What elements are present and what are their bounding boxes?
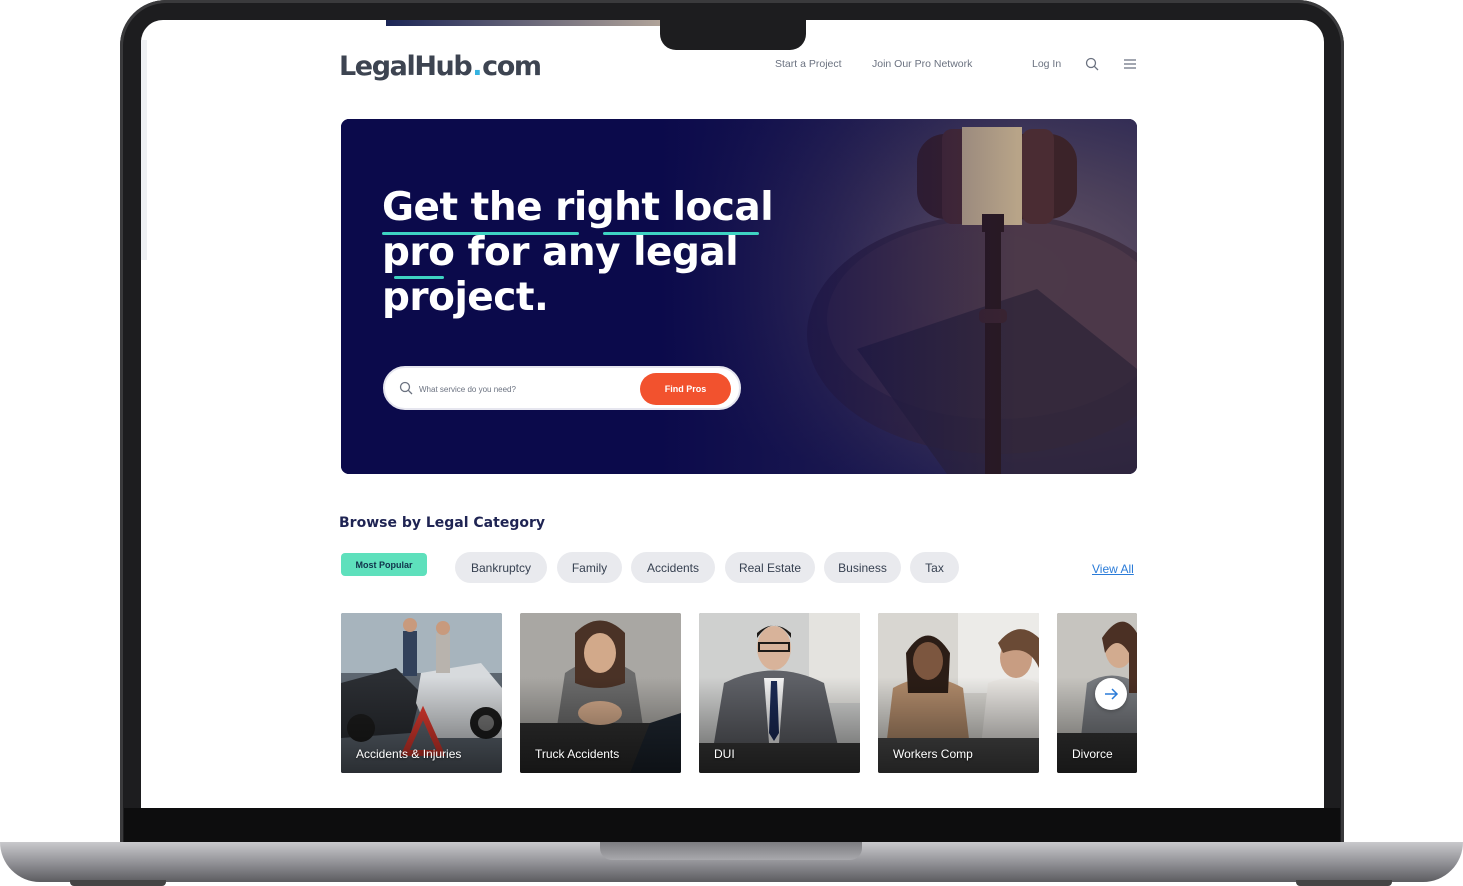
logo-tld: com xyxy=(482,51,542,82)
filter-most-popular[interactable]: Most Popular xyxy=(341,553,427,576)
service-search-bar: Find Pros xyxy=(383,366,741,410)
title-underline-3 xyxy=(394,276,444,279)
category-card-workers-comp[interactable]: Workers Comp xyxy=(878,613,1039,773)
laptop-chin xyxy=(124,808,1340,844)
filter-real-estate[interactable]: Real Estate xyxy=(725,552,815,583)
search-icon xyxy=(399,381,413,395)
filter-accidents[interactable]: Accidents xyxy=(631,552,715,583)
service-search-input[interactable] xyxy=(419,380,639,398)
browse-section-title: Browse by Legal Category xyxy=(339,515,545,531)
camera-notch xyxy=(660,18,806,50)
hero-title-line-1: Get the right local xyxy=(382,185,774,230)
search-icon[interactable] xyxy=(1085,57,1099,71)
menu-icon[interactable] xyxy=(1123,57,1137,71)
category-card-truck-accidents[interactable]: Truck Accidents xyxy=(520,613,681,773)
logo-dot: . xyxy=(472,51,482,82)
scrolled-content-strip xyxy=(386,20,706,26)
card-label: Divorce xyxy=(1072,747,1113,761)
hero-title: Get the right local pro for any legal pr… xyxy=(382,185,782,320)
title-underline-1 xyxy=(382,232,579,235)
filter-bankruptcy[interactable]: Bankruptcy xyxy=(455,552,547,583)
category-card-accidents-injuries[interactable]: Accidents & Injuries xyxy=(341,613,502,773)
hero-title-line-3: project. xyxy=(382,275,549,320)
arrow-right-icon xyxy=(1105,688,1119,700)
find-pros-button[interactable]: Find Pros xyxy=(640,373,731,405)
hero-title-line-2: pro for any legal xyxy=(382,230,739,275)
filter-tax[interactable]: Tax xyxy=(910,552,959,583)
card-label: DUI xyxy=(714,747,735,761)
card-label: Workers Comp xyxy=(893,747,973,761)
card-label: Truck Accidents xyxy=(535,747,620,761)
hero-banner: Get the right local pro for any legal pr… xyxy=(341,119,1137,474)
laptop-foot-left xyxy=(70,880,166,886)
side-strip xyxy=(141,40,147,260)
title-underline-2 xyxy=(603,232,759,235)
nav-start-project[interactable]: Start a Project xyxy=(775,58,842,70)
laptop-hinge-notch xyxy=(600,842,862,860)
card-label: Accidents & Injuries xyxy=(356,747,462,761)
nav-login[interactable]: Log In xyxy=(1032,58,1061,70)
category-card-dui[interactable]: DUI xyxy=(699,613,860,773)
logo-text: LegalHub xyxy=(339,51,473,82)
view-all-link[interactable]: View All xyxy=(1092,562,1134,576)
carousel-next-button[interactable] xyxy=(1095,678,1127,710)
filter-family[interactable]: Family xyxy=(557,552,622,583)
site-logo[interactable]: LegalHub. com xyxy=(339,46,542,82)
nav-join-pro-network[interactable]: Join Our Pro Network xyxy=(872,58,972,70)
screen: LegalHub. com Start a Project Join Our Pr… xyxy=(141,20,1324,808)
filter-business[interactable]: Business xyxy=(824,552,901,583)
laptop-foot-right xyxy=(1296,880,1392,886)
